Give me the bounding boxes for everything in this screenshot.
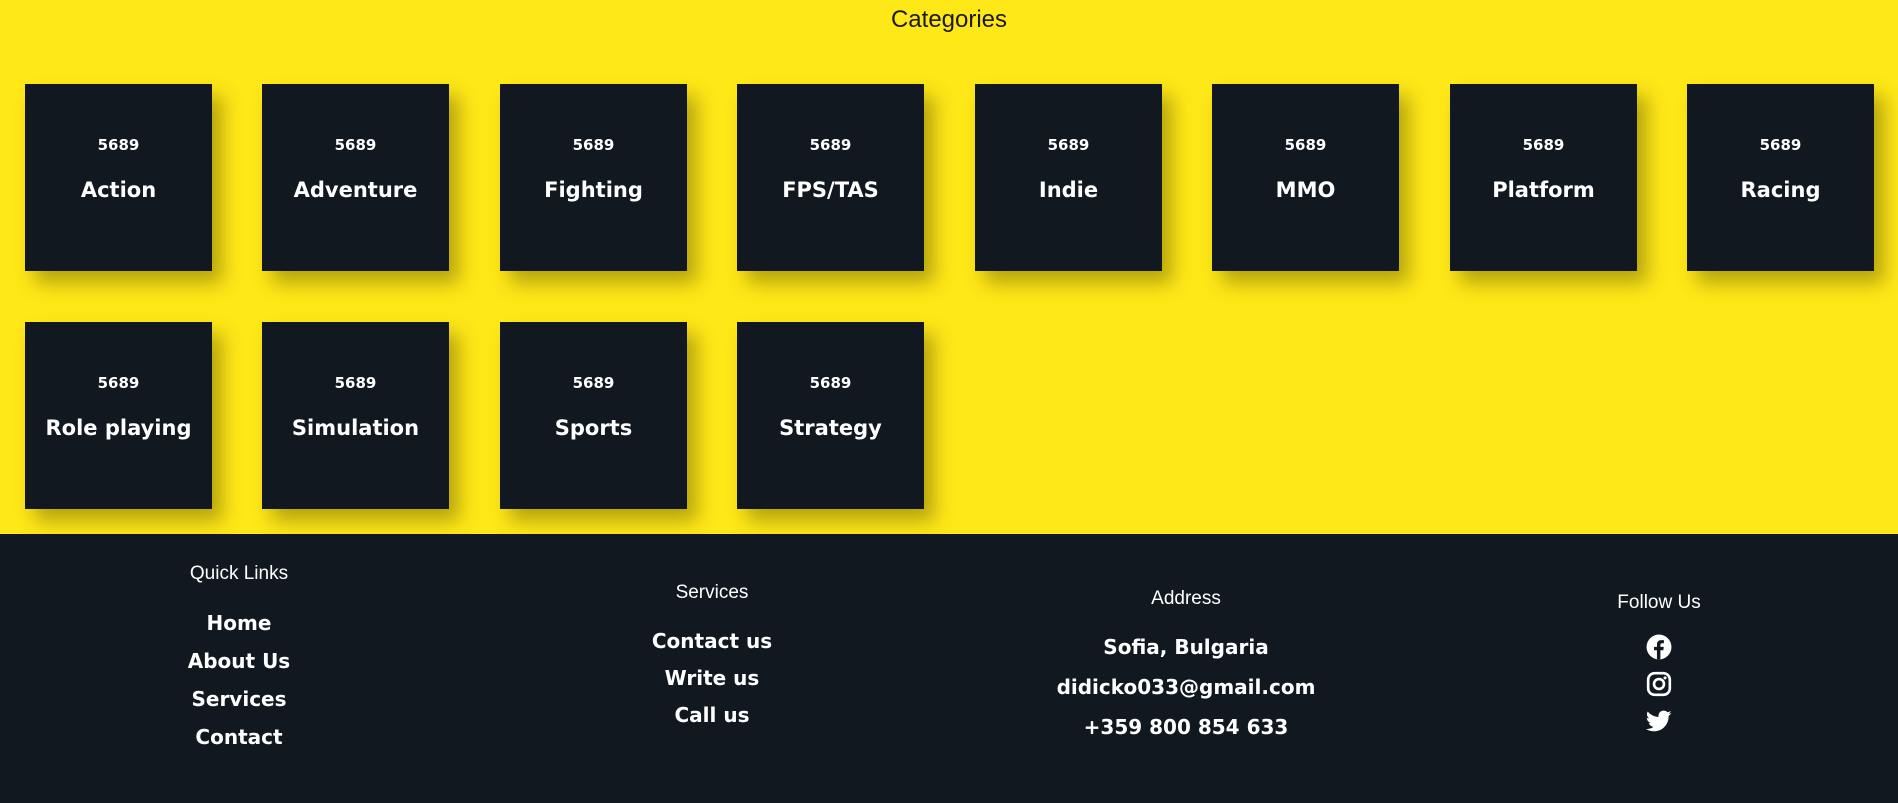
address-phone[interactable]: +359 800 854 633	[1036, 707, 1336, 747]
footer: Quick Links Home About Us Services Conta…	[0, 534, 1898, 803]
category-name: Action	[80, 178, 157, 202]
footer-link-about-us[interactable]: About Us	[89, 642, 389, 680]
category-name: Sports	[554, 416, 633, 440]
category-name: Role playing	[45, 416, 192, 440]
quick-links-heading: Quick Links	[189, 563, 289, 584]
categories-title: Categories	[890, 6, 1008, 33]
footer-quick-links: Quick Links Home About Us Services Conta…	[89, 562, 389, 756]
category-name: Indie	[1038, 178, 1099, 202]
category-count: 5689	[1759, 136, 1802, 154]
footer-link-services[interactable]: Services	[89, 680, 389, 718]
category-card-indie[interactable]: 5689 Indie	[975, 84, 1162, 271]
category-card-platform[interactable]: 5689 Platform	[1450, 84, 1637, 271]
footer-address: Address Sofia, Bulgaria didicko033@gmail…	[1036, 587, 1336, 747]
category-card-role-playing[interactable]: 5689 Role playing	[25, 322, 212, 509]
twitter-icon[interactable]	[1646, 708, 1672, 734]
category-count: 5689	[334, 374, 377, 392]
category-count: 5689	[572, 374, 615, 392]
footer-link-call-us[interactable]: Call us	[562, 697, 862, 734]
category-name: Adventure	[293, 178, 418, 202]
category-card-mmo[interactable]: 5689 MMO	[1212, 84, 1399, 271]
categories-section: Categories 5689 Action 5689 Adventure 56…	[0, 0, 1898, 534]
follow-us-heading: Follow Us	[1617, 592, 1701, 613]
address-city: Sofia, Bulgaria	[1103, 635, 1269, 659]
category-card-action[interactable]: 5689 Action	[25, 84, 212, 271]
category-card-racing[interactable]: 5689 Racing	[1687, 84, 1874, 271]
category-count: 5689	[97, 374, 140, 392]
footer-link-contact-us[interactable]: Contact us	[562, 623, 862, 660]
category-name: Platform	[1492, 178, 1595, 202]
category-name: MMO	[1275, 178, 1336, 202]
address-email[interactable]: didicko033@gmail.com	[1036, 667, 1336, 707]
category-count: 5689	[572, 136, 615, 154]
category-name: Simulation	[291, 416, 420, 440]
footer-link-contact[interactable]: Contact	[89, 718, 389, 756]
footer-follow-us: Follow Us	[1509, 591, 1809, 734]
category-card-fighting[interactable]: 5689 Fighting	[500, 84, 687, 271]
footer-link-write-us[interactable]: Write us	[562, 660, 862, 697]
category-card-sports[interactable]: 5689 Sports	[500, 322, 687, 509]
category-card-strategy[interactable]: 5689 Strategy	[737, 322, 924, 509]
category-name: Fighting	[544, 178, 643, 202]
category-card-simulation[interactable]: 5689 Simulation	[262, 322, 449, 509]
category-count: 5689	[1522, 136, 1565, 154]
category-name: Strategy	[779, 416, 882, 440]
category-count: 5689	[334, 136, 377, 154]
address-heading: Address	[1151, 588, 1221, 609]
category-count: 5689	[809, 374, 852, 392]
category-name: FPS/TAS	[782, 178, 879, 202]
instagram-icon[interactable]	[1646, 671, 1672, 697]
category-card-fps-tas[interactable]: 5689 FPS/TAS	[737, 84, 924, 271]
footer-services: Services Contact us Write us Call us	[562, 581, 862, 734]
footer-link-home[interactable]: Home	[89, 604, 389, 642]
category-count: 5689	[809, 136, 852, 154]
services-heading: Services	[675, 582, 749, 603]
facebook-icon[interactable]	[1646, 634, 1672, 660]
category-card-adventure[interactable]: 5689 Adventure	[262, 84, 449, 271]
category-count: 5689	[1284, 136, 1327, 154]
category-name: Racing	[1740, 178, 1821, 202]
category-count: 5689	[97, 136, 140, 154]
category-count: 5689	[1047, 136, 1090, 154]
